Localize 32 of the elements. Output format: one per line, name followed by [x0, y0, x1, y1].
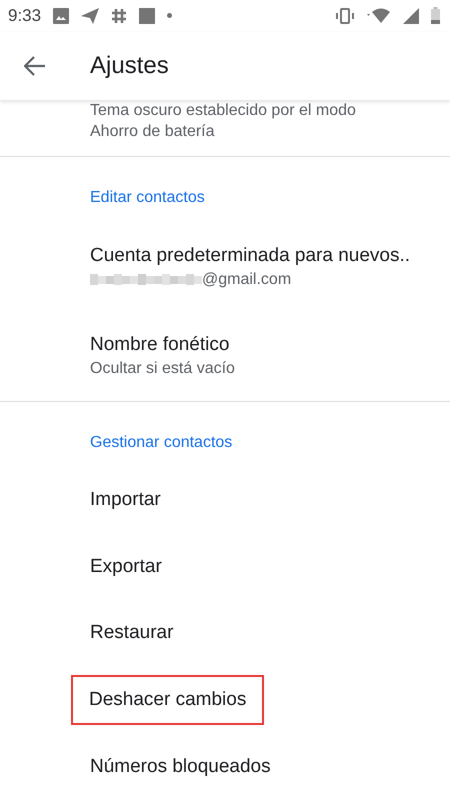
settings-item[interactable]: Nombre fonético Ocultar si está vacío	[0, 311, 450, 401]
back-arrow-icon	[24, 56, 46, 76]
item-title: Importar	[90, 488, 161, 512]
item-title: Cuenta predeterminada para nuevos..	[90, 244, 410, 268]
battery-icon	[431, 7, 440, 24]
settings-item[interactable]: Restaurar	[0, 600, 450, 667]
settings-item[interactable]: Números bloqueados	[0, 733, 450, 800]
screen-title: Ajustes	[90, 52, 169, 80]
settings-item[interactable]: Importar	[0, 466, 450, 534]
send-icon	[81, 8, 100, 24]
settings-item[interactable]: Deshacer cambios	[0, 666, 450, 734]
dot-icon	[167, 13, 172, 18]
vibrate-icon	[335, 8, 355, 24]
item-title: Nombre fonético	[90, 333, 230, 358]
item-title: Deshacer cambios	[71, 674, 264, 725]
image-icon	[53, 8, 70, 24]
item-title: Restaurar	[90, 621, 174, 646]
item-title: Números bloqueados	[90, 754, 271, 779]
hash-icon	[111, 8, 128, 24]
setting-description: Ahorro de batería	[90, 122, 216, 142]
square-icon	[139, 8, 156, 24]
section-header: Gestionar contactos	[89, 432, 234, 453]
section-header: Editar contactos	[89, 188, 206, 208]
settings-item[interactable]: Cuenta predeterminada para nuevos.. @gmail.com	[0, 222, 450, 312]
item-subtitle: @gmail.com	[202, 270, 292, 290]
setting-description: Tema oscuro establecido por el modo	[90, 100, 357, 121]
settings-item[interactable]: Exportar	[0, 533, 450, 600]
signal-icon	[403, 8, 419, 24]
wifi-icon	[367, 8, 391, 24]
status-time: 9:33	[8, 6, 42, 26]
item-title: Exportar	[90, 554, 162, 579]
item-subtitle: Ocultar si está vacío	[90, 359, 235, 380]
